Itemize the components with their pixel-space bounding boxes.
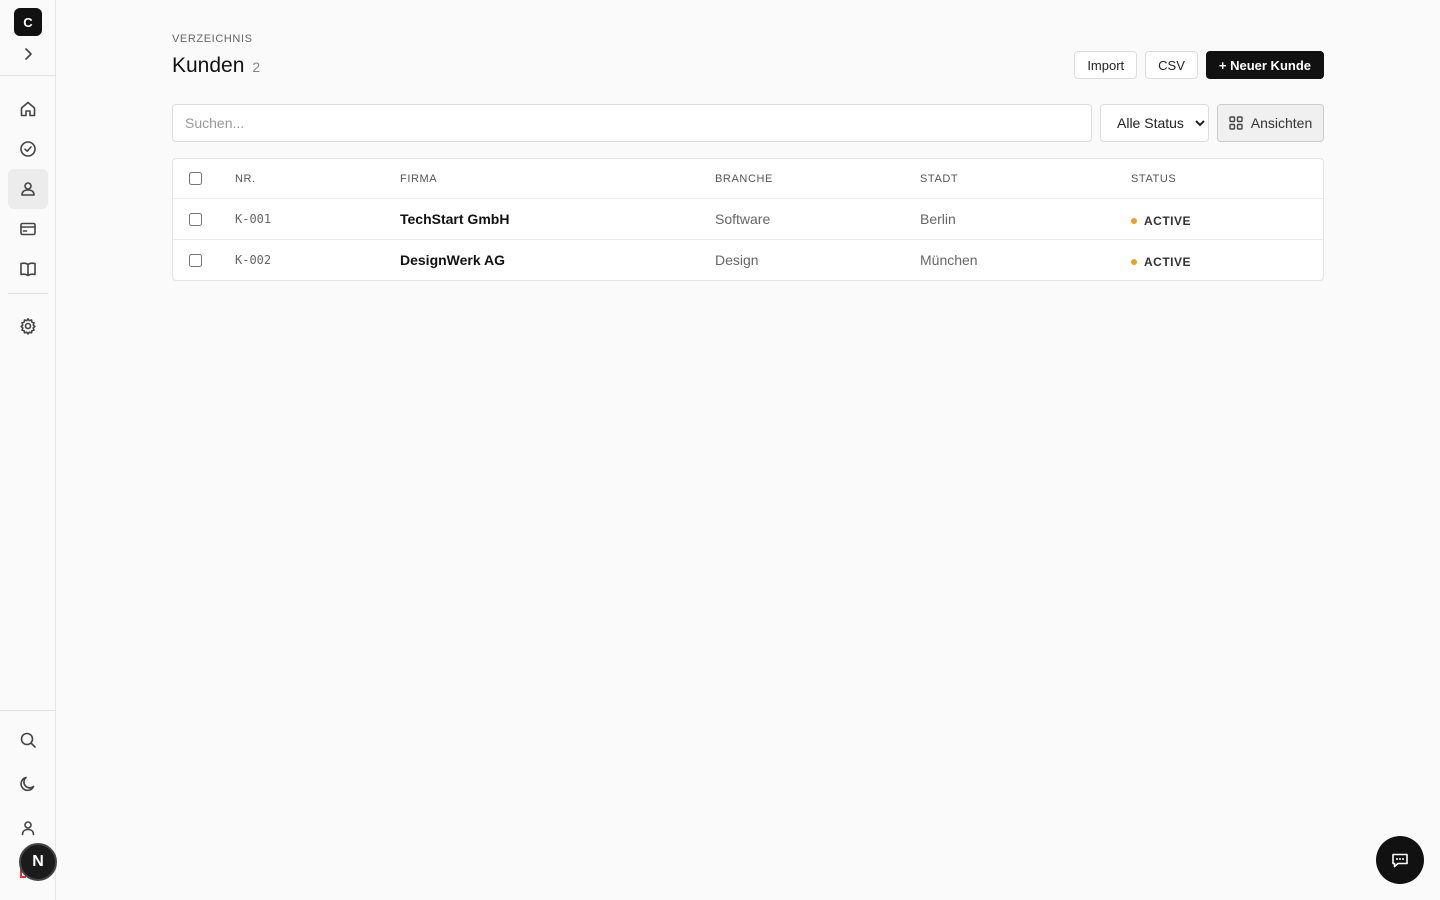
profile-button[interactable] xyxy=(8,808,48,848)
customer-number: K-002 xyxy=(235,253,272,267)
search-input[interactable] xyxy=(172,104,1092,142)
page-title-row: Kunden 2 xyxy=(172,54,260,78)
check-circle-icon xyxy=(20,141,36,157)
sidebar-search-button[interactable] xyxy=(8,720,48,760)
app-logo[interactable]: C xyxy=(14,8,42,36)
industry: Design xyxy=(715,252,759,268)
row-select-cell xyxy=(189,199,202,239)
status-text: ACTIVE xyxy=(1144,213,1192,228)
company-name[interactable]: TechStart GmbH xyxy=(400,199,509,239)
nav-tasks[interactable] xyxy=(8,129,48,169)
book-icon xyxy=(20,262,36,277)
import-button[interactable]: Import xyxy=(1074,51,1138,79)
page-eyebrow: VERZEICHNIS xyxy=(172,33,253,45)
table-row[interactable]: K-001 TechStart GmbH Software Berlin ACT… xyxy=(173,198,1323,239)
status-cell: ACTIVE xyxy=(1131,199,1191,239)
gear-icon xyxy=(20,318,36,335)
chat-support-button[interactable] xyxy=(1376,836,1424,884)
industry: Software xyxy=(715,211,771,227)
new-customer-button[interactable]: + Neuer Kunde xyxy=(1205,51,1324,79)
status-cell: ACTIVE xyxy=(1131,240,1191,280)
sidebar-divider xyxy=(8,293,48,294)
nav-settings[interactable] xyxy=(8,306,48,346)
column-header-branche[interactable]: BRANCHE xyxy=(715,159,773,198)
credit-card-icon xyxy=(20,222,36,236)
moon-icon xyxy=(20,776,35,792)
home-icon xyxy=(20,101,36,117)
customers-table: NR. FIRMA BRANCHE STADT STATUS K-001 Tec… xyxy=(172,158,1324,281)
record-count: 2 xyxy=(252,59,261,75)
chevron-right-icon xyxy=(25,48,32,60)
csv-export-button[interactable]: CSV xyxy=(1145,51,1198,79)
sidebar-divider xyxy=(0,75,56,76)
views-label: Ansichten xyxy=(1250,115,1313,131)
grid-icon xyxy=(1229,116,1243,130)
status-dot-icon xyxy=(1131,217,1137,224)
row-checkbox[interactable] xyxy=(189,212,202,226)
search-icon xyxy=(20,732,36,748)
avatar[interactable]: N xyxy=(19,843,57,881)
column-header-nr[interactable]: NR. xyxy=(235,159,256,198)
table-header-row: NR. FIRMA BRANCHE STADT STATUS xyxy=(173,159,1323,198)
header-actions: Import CSV + Neuer Kunde xyxy=(1074,51,1324,79)
column-header-status[interactable]: STATUS xyxy=(1131,159,1176,198)
chat-icon xyxy=(1392,853,1408,868)
table-row[interactable]: K-002 DesignWerk AG Design München ACTIV… xyxy=(173,239,1323,280)
customer-number: K-001 xyxy=(235,212,272,226)
city: München xyxy=(920,252,978,268)
select-all-cell xyxy=(189,159,202,198)
status-filter-select[interactable]: Alle Status xyxy=(1100,104,1209,142)
sidebar-divider xyxy=(0,710,56,711)
company-name[interactable]: DesignWerk AG xyxy=(400,240,505,280)
status-badge: ACTIVE xyxy=(1131,211,1191,228)
page-title: Kunden xyxy=(172,54,245,77)
status-text: ACTIVE xyxy=(1144,254,1192,269)
nav-home[interactable] xyxy=(8,89,48,129)
views-button[interactable]: Ansichten xyxy=(1217,104,1324,142)
row-checkbox[interactable] xyxy=(189,253,202,267)
row-select-cell xyxy=(189,240,202,280)
city: Berlin xyxy=(920,211,956,227)
dark-mode-toggle[interactable] xyxy=(8,764,48,804)
nav-customers[interactable] xyxy=(8,169,48,209)
nav-billing[interactable] xyxy=(8,209,48,249)
status-dot-icon xyxy=(1131,258,1137,265)
select-all-checkbox[interactable] xyxy=(189,172,202,185)
column-header-firma[interactable]: FIRMA xyxy=(400,159,437,198)
expand-sidebar-button[interactable] xyxy=(18,44,38,64)
user-icon xyxy=(21,821,35,836)
status-badge: ACTIVE xyxy=(1131,252,1191,269)
nav-docs[interactable] xyxy=(8,249,48,289)
users-icon xyxy=(21,182,35,196)
column-header-stadt[interactable]: STADT xyxy=(920,159,958,198)
sidebar: C N xyxy=(0,0,57,900)
